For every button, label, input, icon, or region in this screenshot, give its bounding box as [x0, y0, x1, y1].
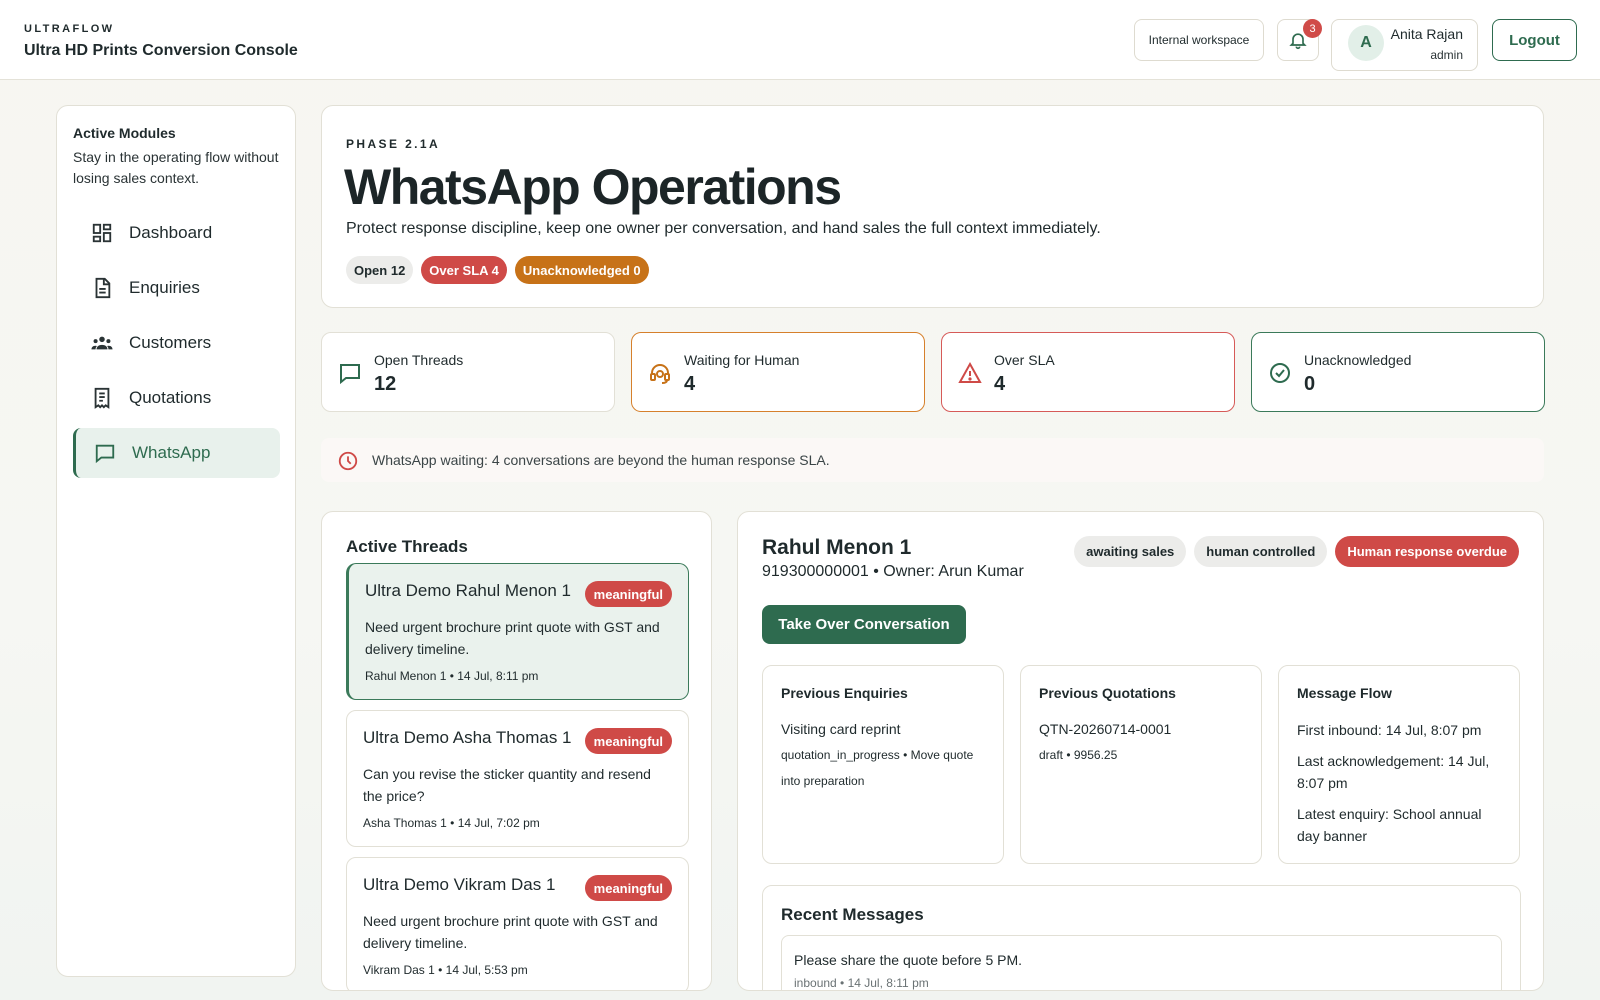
card-title: Message Flow	[1297, 685, 1392, 701]
thread-message: Need urgent brochure print quote with GS…	[363, 913, 658, 951]
status-tags: awaiting sales human controlled Human re…	[1074, 536, 1519, 567]
message-text: Please share the quote before 5 PM.	[794, 952, 1023, 968]
brand-kicker: ULTRAFLOW	[24, 23, 115, 35]
page-title: WhatsApp Operations	[344, 159, 842, 215]
thread-badge: meaningful	[584, 728, 672, 754]
sidebar-item-label: Quotations	[129, 388, 212, 407]
card-title: Previous Enquiries	[781, 685, 908, 701]
document-icon	[95, 277, 111, 299]
support-agent-icon	[650, 364, 670, 384]
card-title: Previous Quotations	[1039, 685, 1176, 701]
stat-value: 0	[1304, 373, 1316, 395]
chat-icon	[95, 444, 115, 464]
alert-text: WhatsApp waiting: 4 conversations are be…	[372, 452, 830, 468]
summary-pills: Open 12 Over SLA 4 Unacknowledged 0	[346, 256, 649, 284]
stat-value: 4	[994, 373, 1006, 395]
sidebar-item-label: Customers	[129, 333, 212, 352]
sidebar-title: Active Modules	[73, 125, 176, 141]
thread-item[interactable]: Ultra Demo Asha Thomas 1 meaningful Can …	[346, 710, 689, 847]
status-badge: awaiting sales	[1074, 536, 1187, 567]
notification-count-badge: 3	[1303, 19, 1322, 38]
avatar: A	[1348, 25, 1384, 61]
stat-value: 4	[684, 373, 696, 395]
sidebar-item-customers[interactable]: Customers	[73, 318, 280, 368]
take-over-conversation-button[interactable]: Take Over Conversation	[762, 605, 966, 644]
stat-card-over-sla: Over SLA 4	[941, 332, 1235, 412]
check-circle-icon	[1270, 363, 1290, 383]
clock-icon	[338, 451, 358, 471]
stat-card-open-threads: Open Threads 12	[321, 332, 615, 412]
enquiry-item[interactable]: Visiting card reprint	[781, 719, 991, 740]
recent-messages-card: Recent Messages Please share the quote b…	[762, 885, 1521, 990]
sidebar-item-label: Enquiries	[129, 278, 200, 297]
stat-label: Open Threads	[374, 352, 464, 368]
thread-item[interactable]: Ultra Demo Vikram Das 1 meaningful Need …	[346, 857, 689, 990]
stat-label: Unacknowledged	[1304, 352, 1412, 368]
page-subtitle: Protect response discipline, keep one ow…	[346, 220, 1101, 237]
stat-card-waiting-for-human: Waiting for Human 4	[631, 332, 925, 412]
thread-badge: meaningful	[584, 875, 672, 901]
sidebar-item-quotations[interactable]: Quotations	[73, 373, 280, 423]
notifications-button[interactable]: 3	[1277, 19, 1322, 61]
dashboard-icon	[92, 223, 112, 243]
receipt-icon	[94, 387, 110, 409]
quotation-item[interactable]: QTN-20260714-0001	[1039, 719, 1249, 740]
first-inbound: First inbound: 14 Jul, 8:07 pm	[1297, 722, 1482, 738]
control-badge: human controlled	[1194, 536, 1328, 567]
sidebar-item-dashboard[interactable]: Dashboard	[73, 208, 280, 258]
sidebar-item-label: Dashboard	[129, 223, 213, 242]
stat-card-unacknowledged: Unacknowledged 0	[1251, 332, 1545, 412]
stat-label: Waiting for Human	[684, 352, 800, 368]
conversation-detail-panel: Rahul Menon 1 919300000001 • Owner: Arun…	[737, 511, 1544, 991]
thread-meta: Vikram Das 1 • 14 Jul, 5:53 pm	[363, 963, 528, 977]
thread-name: Ultra Demo Rahul Menon 1	[365, 581, 571, 600]
unacknowledged-pill: Unacknowledged 0	[514, 256, 649, 284]
thread-meta: Rahul Menon 1 • 14 Jul, 8:11 pm	[365, 669, 539, 683]
sidebar-item-whatsapp[interactable]: WhatsApp	[73, 428, 280, 478]
sla-alert-banner: WhatsApp waiting: 4 conversations are be…	[321, 438, 1544, 482]
enquiry-meta: quotation_in_progress • Move quote into …	[781, 748, 974, 788]
quotation-meta: draft • 9956.25	[1039, 748, 1118, 762]
card-title: Recent Messages	[781, 905, 924, 924]
message-item: Please share the quote before 5 PM. inbo…	[781, 935, 1502, 990]
phase-label: PHASE 2.1A	[346, 137, 441, 151]
user-role: admin	[1430, 48, 1463, 62]
warning-icon	[958, 361, 982, 383]
thread-meta: Asha Thomas 1 • 14 Jul, 7:02 pm	[363, 816, 540, 830]
stat-label: Over SLA	[994, 352, 1055, 368]
stat-value: 12	[374, 373, 397, 395]
thread-item[interactable]: Ultra Demo Rahul Menon 1 meaningful Need…	[346, 563, 689, 700]
active-threads-panel: Active Threads Ultra Demo Rahul Menon 1 …	[321, 511, 712, 991]
top-bar: ULTRAFLOW Ultra HD Prints Conversion Con…	[0, 0, 1600, 80]
open-pill: Open 12	[346, 256, 414, 284]
message-flow-card: Message Flow First inbound: 14 Jul, 8:07…	[1278, 665, 1520, 864]
sidebar-description: Stay in the operating flow without losin…	[73, 149, 279, 186]
panel-title: Active Threads	[346, 537, 468, 556]
previous-quotations-card: Previous Quotations QTN-20260714-0001 dr…	[1020, 665, 1262, 864]
logout-button[interactable]: Logout	[1492, 19, 1577, 61]
sidebar-item-label: WhatsApp	[132, 443, 211, 462]
thread-message: Need urgent brochure print quote with GS…	[365, 619, 660, 657]
sidebar-item-enquiries[interactable]: Enquiries	[73, 263, 280, 313]
thread-name: Ultra Demo Asha Thomas 1	[363, 728, 572, 747]
app-title: Ultra HD Prints Conversion Console	[24, 42, 298, 59]
contact-name: Rahul Menon 1	[762, 536, 912, 559]
user-menu[interactable]: A Anita Rajan admin	[1331, 19, 1478, 71]
people-icon	[91, 336, 113, 350]
chat-icon	[340, 364, 360, 385]
over-sla-pill: Over SLA 4	[421, 256, 507, 284]
user-name: Anita Rajan	[1390, 26, 1463, 42]
thread-message: Can you revise the sticker quantity and …	[363, 766, 651, 804]
thread-name: Ultra Demo Vikram Das 1	[363, 875, 556, 894]
thread-badge: meaningful	[584, 581, 672, 607]
last-acknowledgement: Last acknowledgement: 14 Jul, 8:07 pm	[1297, 753, 1490, 791]
workspace-chip[interactable]: Internal workspace	[1134, 19, 1264, 61]
previous-enquiries-card: Previous Enquiries Visiting card reprint…	[762, 665, 1004, 864]
contact-subline: 919300000001 • Owner: Arun Kumar	[762, 563, 1024, 580]
overdue-badge: Human response overdue	[1335, 536, 1519, 567]
latest-enquiry: Latest enquiry: School annual day banner	[1297, 806, 1482, 844]
sidebar: Active Modules Stay in the operating flo…	[56, 105, 296, 977]
page-header-card: PHASE 2.1A WhatsApp Operations Protect r…	[321, 105, 1544, 308]
message-meta: inbound • 14 Jul, 8:11 pm	[794, 976, 929, 990]
